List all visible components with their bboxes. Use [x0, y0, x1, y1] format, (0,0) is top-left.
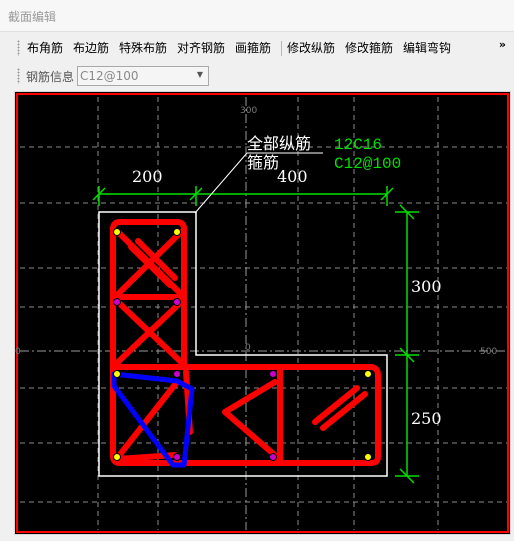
special-bar-button[interactable]: 特殊布筋 [119, 40, 167, 58]
rebar-info-label: 钢筋信息 [26, 70, 75, 84]
window-title: 截面编辑 [8, 10, 57, 24]
longitudinal-bar-value: 12C16 [334, 136, 382, 154]
grid-label-center: 0 [245, 343, 251, 353]
dim-label-lower-height: 250 [411, 409, 442, 428]
toolbar-grip[interactable] [17, 40, 20, 56]
dim-label-left-width: 200 [132, 167, 163, 186]
modify-stirrup-button[interactable]: 修改箍筋 [345, 40, 393, 58]
place-corner-bar-button[interactable]: 布角筋 [27, 40, 63, 58]
toolbar-separator [281, 41, 282, 56]
align-bars-button[interactable]: 对齐钢筋 [177, 40, 225, 58]
longitudinal-bar-label: 全部纵筋 [247, 134, 311, 153]
chevron-down-icon[interactable]: ▼ [197, 70, 203, 79]
section-canvas[interactable]: 300 0 500 0 200 400 300 250 全部纵筋 12C16 箍… [14, 91, 511, 535]
edit-hook-button[interactable]: 编辑弯钩 [403, 40, 451, 58]
section-outline [98, 211, 388, 477]
rebar-info-value: C12@100 [80, 69, 139, 83]
section-drawing[interactable]: 300 0 500 0 200 400 300 250 全部纵筋 12C16 箍… [15, 92, 512, 536]
grid-label-top: 300 [240, 106, 257, 116]
draw-stirrup-button[interactable]: 画箍筋 [235, 40, 271, 58]
place-edge-bar-button[interactable]: 布边筋 [73, 40, 109, 58]
toolbar-overflow-icon[interactable]: » [499, 38, 506, 51]
annotation-leader [194, 152, 248, 214]
toolbar-grip[interactable] [17, 68, 20, 84]
stirrup-label: 箍筋 [247, 153, 279, 172]
dim-label-right-width: 400 [277, 167, 308, 186]
rebar-info-select[interactable]: C12@100 ▼ [77, 66, 209, 86]
modify-longitudinal-button[interactable]: 修改纵筋 [287, 40, 335, 58]
edit-toolbar: 布角筋 布边筋 特殊布筋 对齐钢筋 画箍筋 修改纵筋 修改箍筋 编辑弯钩 » [0, 34, 514, 62]
dim-label-upper-height: 300 [411, 277, 442, 296]
stirrup-value: C12@100 [334, 155, 401, 173]
grid-label-left: 0 [15, 347, 21, 357]
grid-label-right: 500 [480, 347, 497, 357]
title-bar: 截面编辑 [0, 0, 514, 32]
